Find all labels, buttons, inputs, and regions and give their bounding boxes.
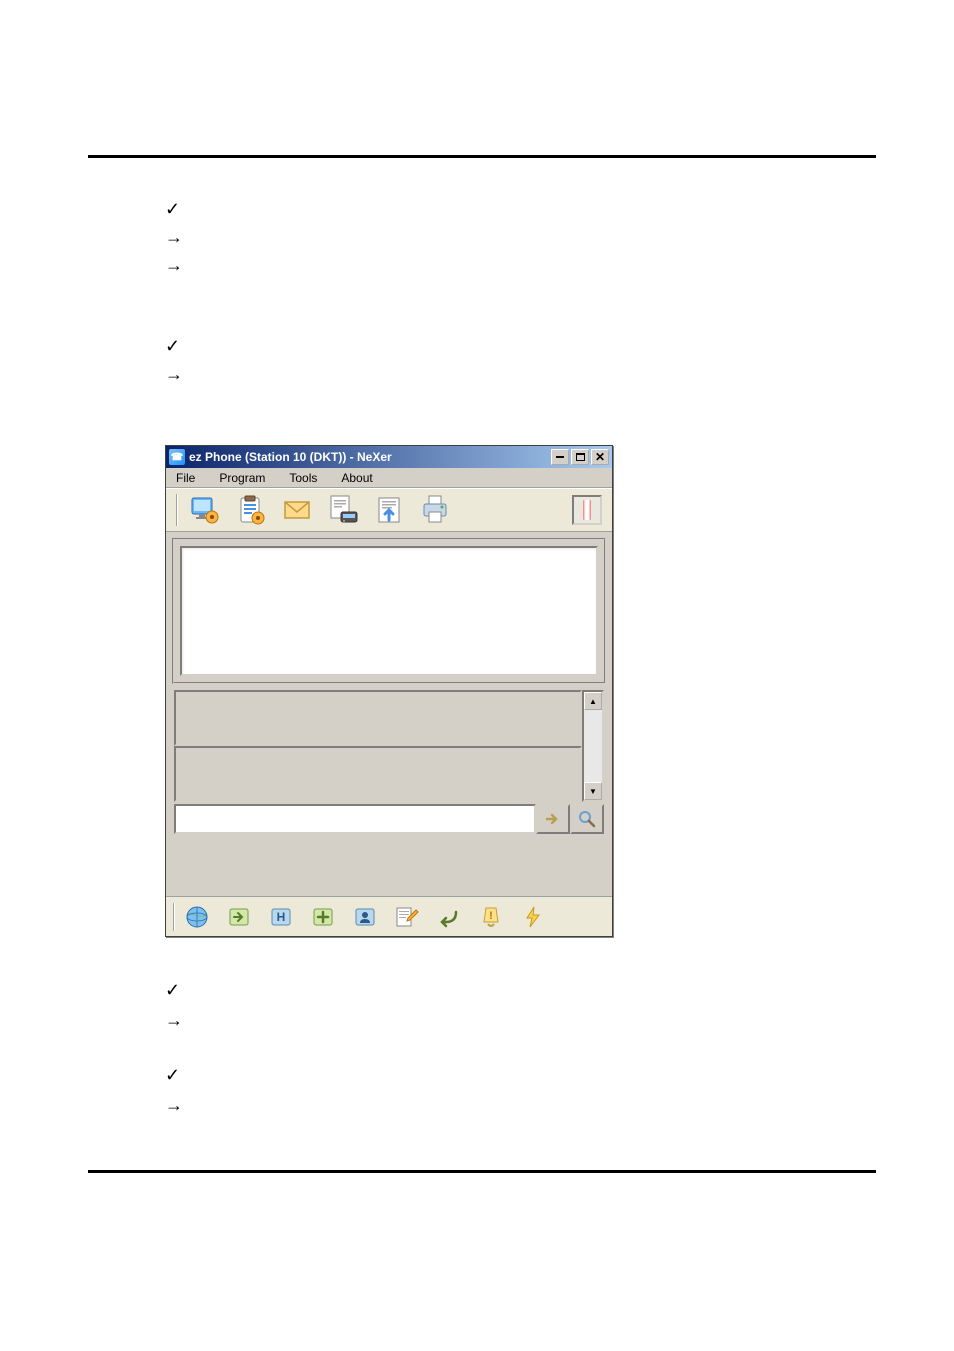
page-bottom-rule — [88, 1170, 876, 1173]
display-screen — [180, 546, 598, 676]
menu-about[interactable]: About — [329, 469, 384, 487]
document-device-icon[interactable] — [322, 492, 364, 528]
menu-program[interactable]: Program — [207, 469, 277, 487]
forward-box-icon[interactable] — [220, 901, 258, 933]
bottom-bullets-2: ✓ → — [165, 1060, 183, 1120]
monitor-settings-icon[interactable] — [184, 492, 226, 528]
printer-icon[interactable] — [414, 492, 456, 528]
document-up-icon[interactable] — [368, 492, 410, 528]
status-panel: ▲ ▼ — [174, 690, 604, 802]
app-icon: ☎ — [169, 449, 185, 465]
svg-text:!: ! — [489, 910, 493, 922]
reply-arrow-icon[interactable] — [430, 901, 468, 933]
toolbar-separator — [176, 494, 178, 526]
svg-text:H: H — [277, 910, 286, 924]
close-button[interactable]: ✕ — [591, 449, 609, 465]
bullet-check: ✓ — [165, 1060, 183, 1090]
main-toolbar — [166, 488, 612, 532]
mid-bullets: ✓ → — [165, 332, 183, 388]
bottom-toolbar: H ! — [166, 896, 612, 936]
menu-file[interactable]: File — [170, 469, 207, 487]
plus-box-icon[interactable] — [304, 901, 342, 933]
bell-alert-icon[interactable]: ! — [472, 901, 510, 933]
toolbar-separator — [173, 903, 175, 931]
clipboard-settings-icon[interactable] — [230, 492, 272, 528]
mail-icon[interactable] — [276, 492, 318, 528]
scroll-up-button[interactable]: ▲ — [584, 692, 602, 710]
minimize-button[interactable] — [551, 449, 569, 465]
record-button[interactable] — [572, 495, 602, 525]
hold-icon[interactable]: H — [262, 901, 300, 933]
window-title: ez Phone (Station 10 (DKT)) - NeXer — [189, 450, 392, 464]
scroll-track[interactable] — [584, 710, 602, 782]
bullet-check: ✓ — [165, 195, 183, 223]
bullet-check: ✓ — [165, 332, 183, 360]
app-window: ☎ ez Phone (Station 10 (DKT)) - NeXer ✕ … — [165, 445, 613, 937]
menu-tools[interactable]: Tools — [277, 469, 329, 487]
status-row-1 — [174, 690, 582, 746]
bullet-arrow: → — [165, 1090, 183, 1120]
status-row-2 — [174, 746, 582, 802]
bullet-arrow: → — [165, 1005, 183, 1035]
lightning-icon[interactable] — [514, 901, 552, 933]
maximize-button[interactable] — [571, 449, 589, 465]
edit-paper-icon[interactable] — [388, 901, 426, 933]
globe-icon[interactable] — [178, 901, 216, 933]
search-button[interactable] — [570, 804, 604, 834]
content-area: ▲ ▼ — [166, 532, 612, 842]
top-bullets: ✓ → → — [165, 195, 183, 279]
user-box-icon[interactable] — [346, 901, 384, 933]
bullet-arrow: → — [165, 251, 183, 279]
bullet-arrow: → — [165, 360, 183, 388]
input-row — [174, 804, 604, 834]
dial-input[interactable] — [174, 804, 536, 834]
bullet-arrow: → — [165, 223, 183, 251]
bullet-check: ✓ — [165, 975, 183, 1005]
scroll-down-button[interactable]: ▼ — [584, 782, 602, 800]
status-scrollbar[interactable]: ▲ ▼ — [582, 690, 604, 802]
titlebar[interactable]: ☎ ez Phone (Station 10 (DKT)) - NeXer ✕ — [166, 446, 612, 468]
bottom-bullets-1: ✓ → — [165, 975, 183, 1035]
menubar: File Program Tools About — [166, 468, 612, 488]
display-frame — [172, 538, 606, 684]
go-button[interactable] — [536, 804, 570, 834]
